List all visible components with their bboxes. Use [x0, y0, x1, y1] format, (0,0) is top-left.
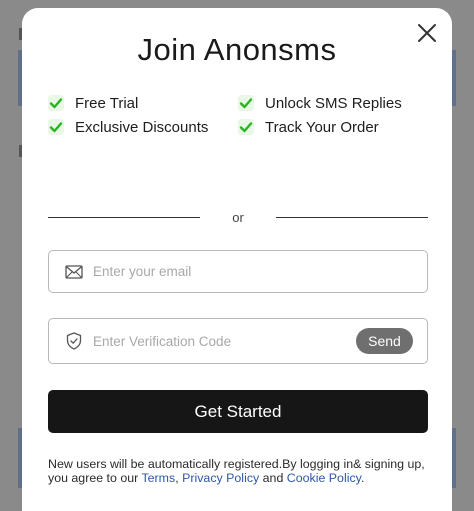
- benefit-label: Track Your Order: [265, 118, 379, 136]
- check-icon: [238, 119, 254, 135]
- privacy-policy-link[interactable]: Privacy Policy: [182, 471, 259, 485]
- cookie-policy-link[interactable]: Cookie Policy: [287, 471, 361, 485]
- benefit-item: Unlock SMS Replies: [238, 94, 438, 112]
- benefit-label: Exclusive Discounts: [75, 118, 209, 136]
- benefit-item: Free Trial: [48, 94, 238, 112]
- get-started-button[interactable]: Get Started: [48, 390, 428, 433]
- modal-title: Join Anonsms: [137, 32, 337, 67]
- check-icon: [48, 119, 64, 135]
- divider-line: [276, 217, 428, 218]
- terms-link[interactable]: Terms: [141, 471, 175, 485]
- benefits-list: Free Trial Unlock SMS Replies Exclusive …: [48, 94, 438, 136]
- benefit-label: Free Trial: [75, 94, 139, 112]
- benefit-item: Exclusive Discounts: [48, 118, 238, 136]
- benefit-label: Unlock SMS Replies: [265, 94, 402, 112]
- check-icon: [238, 95, 254, 111]
- legal-end: .: [360, 471, 365, 485]
- verification-code-input[interactable]: [93, 333, 356, 349]
- background-element: [452, 50, 456, 106]
- envelope-icon: [64, 262, 84, 282]
- background-element: [452, 428, 456, 488]
- email-field-container: [48, 250, 428, 293]
- or-divider: or: [48, 208, 428, 228]
- signup-modal: Join Anonsms Free Trial Unlock SMS Repli…: [22, 8, 452, 511]
- shield-check-icon: [64, 331, 84, 351]
- verification-field-container: Send: [48, 318, 428, 364]
- email-input[interactable]: [93, 264, 427, 279]
- check-icon: [48, 95, 64, 111]
- legal-notice: New users will be automatically register…: [48, 457, 428, 485]
- legal-conjunction: and: [259, 471, 287, 485]
- benefit-item: Track Your Order: [238, 118, 438, 136]
- send-code-button[interactable]: Send: [356, 328, 413, 354]
